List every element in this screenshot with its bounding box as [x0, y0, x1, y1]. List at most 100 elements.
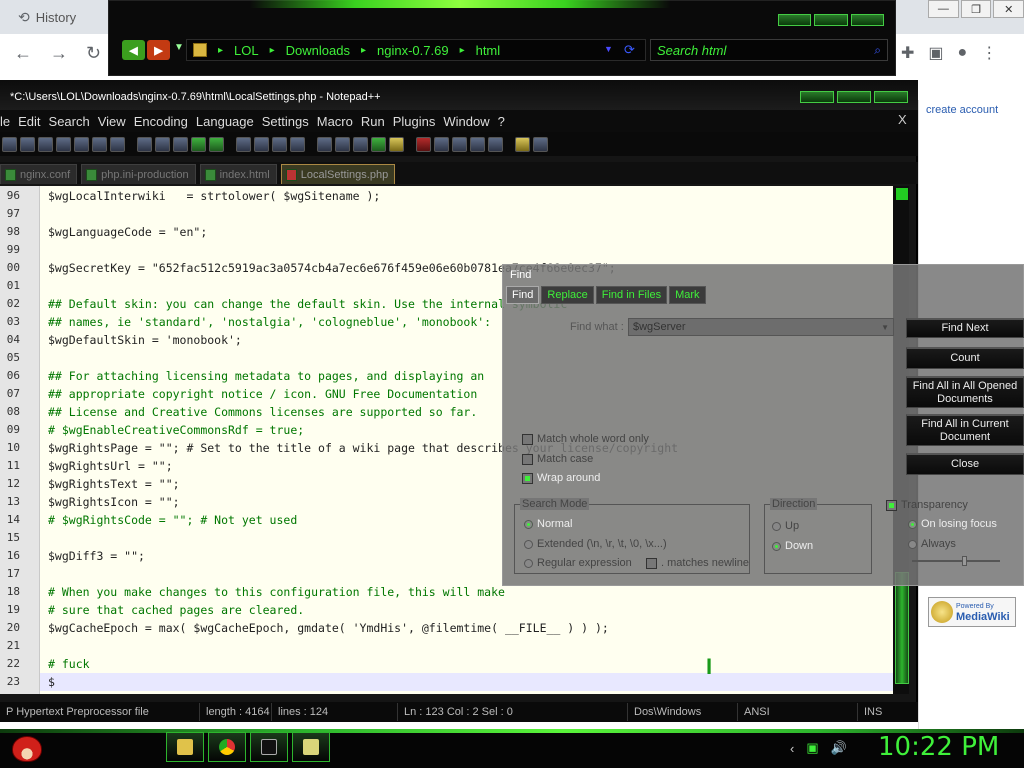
close-button[interactable]: Close [906, 453, 1024, 475]
taskbar-cmd[interactable] [250, 732, 288, 762]
paste-icon[interactable] [173, 136, 188, 152]
tab-localsettings-php[interactable]: LocalSettings.php [280, 164, 396, 184]
menu-encoding[interactable]: Encoding [134, 114, 196, 129]
code-line[interactable]: $wgDiff3 = ""; [48, 549, 145, 563]
transparency-slider[interactable] [912, 560, 1000, 562]
code-line[interactable]: ## appropriate copyright notice / icon. … [48, 387, 477, 401]
match-case-checkbox[interactable]: Match case [522, 453, 593, 465]
history-tab[interactable]: ⟲ History [8, 4, 86, 30]
match-whole-word-checkbox[interactable]: Match whole word only [522, 433, 649, 445]
menu-search[interactable]: Search [49, 114, 98, 129]
find-next-button[interactable]: Find Next [906, 318, 1024, 338]
new-file-icon[interactable] [2, 136, 17, 152]
on-losing-focus-radio[interactable]: On losing focus [908, 518, 997, 530]
spellcheck-icon[interactable] [533, 136, 548, 152]
code-line[interactable]: $ [48, 675, 55, 689]
tab-nginx-conf[interactable]: nginx.conf [0, 164, 78, 184]
menu-window[interactable]: Window [443, 114, 497, 129]
undo-icon[interactable] [191, 136, 206, 152]
start-button[interactable] [8, 731, 46, 767]
recent-pages-chevron-icon[interactable]: ▼ [174, 42, 184, 53]
close-all-icon[interactable] [92, 136, 107, 152]
code-line[interactable]: $wgDefaultSkin = 'monobook'; [48, 333, 242, 347]
reload-icon[interactable]: ↻ [86, 43, 101, 64]
create-account-link[interactable]: create account [926, 104, 998, 116]
tab-mark[interactable]: Mark [669, 286, 706, 304]
extensions-icon[interactable]: ✚ [901, 43, 914, 63]
code-line[interactable]: # When you make changes to this configur… [48, 585, 505, 599]
back-arrow-icon[interactable]: ◀ [122, 40, 145, 60]
direction-up-radio[interactable]: Up [772, 520, 799, 532]
code-line[interactable]: $wgRightsIcon = ""; [48, 495, 180, 509]
code-line[interactable]: $wgRightsText = ""; [48, 477, 180, 491]
search-input[interactable]: Search html ⌕ [650, 39, 888, 61]
menu-icon[interactable]: ⋮ [981, 43, 997, 63]
regex-radio[interactable]: Regular expression [524, 557, 632, 569]
back-arrow-icon[interactable]: ← [14, 43, 32, 64]
menu-file[interactable]: le [0, 114, 18, 129]
refresh-icon[interactable]: ⟳ [624, 42, 635, 58]
play-macro-icon[interactable] [452, 136, 467, 152]
menu-macro[interactable]: Macro [317, 114, 361, 129]
open-file-icon[interactable] [20, 136, 35, 152]
always-radio[interactable]: Always [908, 538, 956, 550]
clock[interactable]: 10:22 PM [878, 732, 999, 762]
close-icon[interactable]: ✕ [993, 0, 1024, 18]
cut-icon[interactable] [137, 136, 152, 152]
word-wrap-icon[interactable] [335, 136, 350, 152]
minimize-icon[interactable] [800, 91, 834, 103]
close-document-icon[interactable]: X [898, 112, 907, 127]
forward-arrow-icon[interactable]: ▶ [147, 40, 170, 60]
sidebar-icon[interactable]: ▣ [928, 43, 943, 63]
count-button[interactable]: Count [906, 347, 1024, 369]
breadcrumb-downloads[interactable]: Downloads [280, 43, 356, 58]
stop-macro-icon[interactable] [434, 136, 449, 152]
direction-down-radio[interactable]: Down [772, 540, 813, 552]
zoom-in-icon[interactable] [272, 136, 287, 152]
normal-radio[interactable]: Normal [524, 518, 572, 530]
print-icon[interactable] [110, 136, 125, 152]
code-line[interactable]: $wgRightsUrl = ""; [48, 459, 173, 473]
close-file-icon[interactable] [74, 136, 89, 152]
menu-view[interactable]: View [98, 114, 134, 129]
close-icon[interactable] [850, 14, 884, 26]
minimize-icon[interactable]: — [928, 0, 959, 18]
maximize-icon[interactable] [814, 14, 848, 26]
menu-help[interactable]: ? [498, 114, 513, 129]
tab-index-html[interactable]: index.html [199, 164, 277, 184]
wrap-around-checkbox[interactable]: Wrap around [522, 472, 600, 484]
network-icon[interactable]: ▣ [806, 740, 818, 756]
address-dropdown-icon[interactable]: ▼ [604, 44, 613, 54]
show-all-chars-icon[interactable] [353, 136, 368, 152]
replace-icon[interactable] [254, 136, 269, 152]
code-line[interactable]: ## For attaching licensing metadata to p… [48, 369, 484, 383]
menu-run[interactable]: Run [361, 114, 393, 129]
menu-plugins[interactable]: Plugins [393, 114, 444, 129]
find-what-input[interactable]: $wgServer ▼ [628, 318, 894, 336]
code-line[interactable]: ## names, ie 'standard', 'nostalgia', 'c… [48, 315, 491, 329]
zoom-out-icon[interactable] [290, 136, 305, 152]
tab-replace[interactable]: Replace [541, 286, 594, 304]
code-line[interactable]: # $wgEnableCreativeCommonsRdf = true; [48, 423, 304, 437]
menu-language[interactable]: Language [196, 114, 262, 129]
code-line[interactable]: # $wgRightsCode = ""; # Not yet used [48, 513, 297, 527]
save-macro-icon[interactable] [488, 136, 503, 152]
find-all-current-button[interactable]: Find All in Current Document [906, 414, 1024, 446]
menu-settings[interactable]: Settings [262, 114, 317, 129]
save-icon[interactable] [38, 136, 53, 152]
maximize-icon[interactable]: ❐ [960, 0, 992, 18]
tab-find[interactable]: Find [506, 286, 540, 304]
copy-icon[interactable] [155, 136, 170, 152]
breadcrumb-lol[interactable]: LOL [228, 43, 265, 58]
indent-guide-icon[interactable] [371, 136, 386, 152]
forward-arrow-icon[interactable]: → [50, 43, 68, 64]
taskbar-explorer[interactable] [166, 732, 204, 762]
tab-find-in-files[interactable]: Find in Files [595, 286, 668, 304]
launch-browser-icon[interactable] [515, 136, 530, 152]
search-icon[interactable]: ⌕ [874, 43, 881, 58]
volume-icon[interactable]: 🔊 [831, 740, 847, 756]
transparency-checkbox[interactable]: Transparency [886, 499, 968, 511]
extended-radio[interactable]: Extended (\n, \r, \t, \0, \x...) [524, 538, 667, 550]
profile-icon[interactable]: ● [958, 44, 968, 62]
run-macro-multiple-icon[interactable] [470, 136, 485, 152]
